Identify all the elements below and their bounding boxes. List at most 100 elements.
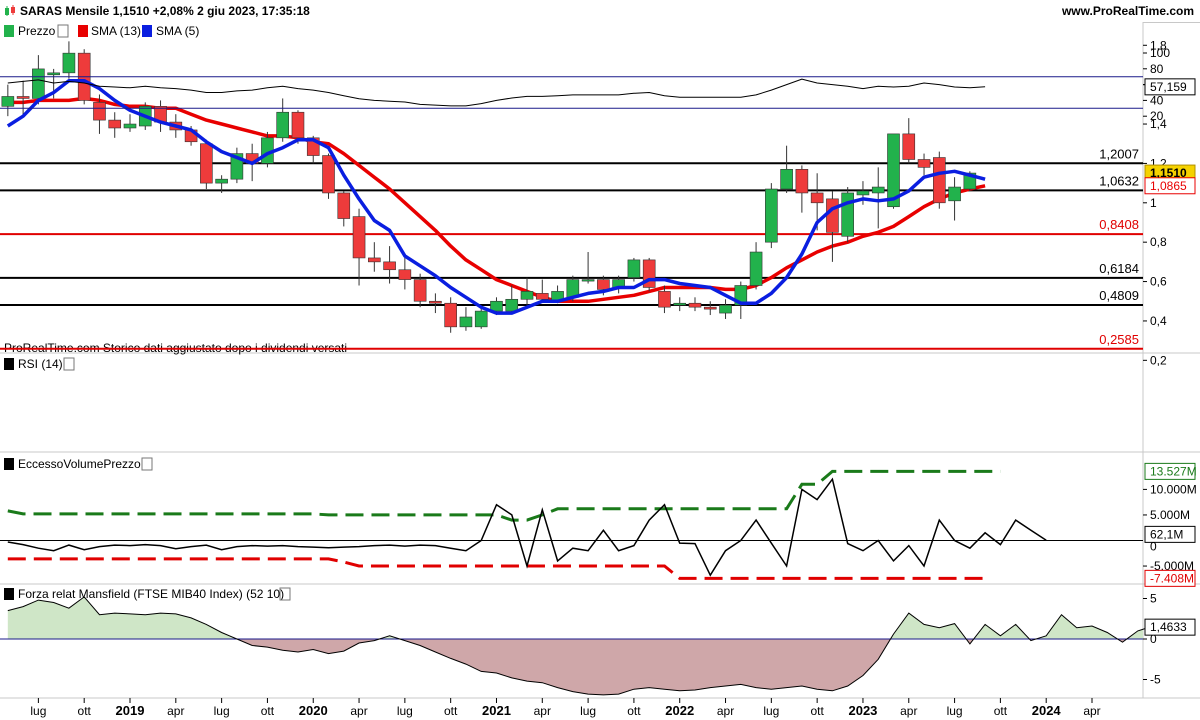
candle-body[interactable] — [902, 133, 916, 160]
candlestick-icon — [5, 5, 15, 16]
x-month-label: lug — [947, 704, 963, 718]
wrench-icon[interactable] — [141, 457, 153, 471]
x-month-label: ott — [994, 704, 1008, 718]
candle-body[interactable] — [597, 279, 610, 290]
candle-body[interactable] — [368, 257, 381, 263]
candle-body[interactable] — [1, 96, 15, 107]
chart-header: SARAS Mensile 1,1510 +2,08% 2 giu 2023, … — [0, 0, 1200, 23]
rsi-tick-label: 40 — [1150, 93, 1164, 107]
candle-body[interactable] — [795, 169, 809, 194]
candle-body[interactable] — [917, 159, 931, 168]
rsi-tick-label: 100 — [1150, 46, 1170, 60]
volume-tick-label: 10.000M — [1150, 482, 1197, 496]
x-month-label: lug — [214, 704, 230, 718]
candle-body[interactable] — [444, 302, 457, 328]
candle-body[interactable] — [703, 306, 717, 310]
x-year-label: 2020 — [299, 703, 328, 718]
candle-body[interactable] — [459, 316, 473, 328]
candle-body[interactable] — [352, 216, 366, 259]
candle-body[interactable] — [474, 310, 488, 328]
chart-canvas[interactable]: Prezzo SMA (13) SMA (5) ProRealTime.com … — [0, 22, 1200, 720]
wrench-icon[interactable] — [63, 357, 75, 371]
mansfield-legend-icon — [4, 588, 14, 600]
price-legend: Prezzo SMA (13) SMA (5) — [4, 24, 199, 38]
candle-body[interactable] — [688, 302, 702, 308]
x-year-label: 2024 — [1032, 703, 1062, 718]
volume-legend: EccessoVolumePrezzo — [4, 457, 153, 471]
level-label: 1,0632 — [1099, 173, 1139, 188]
sma5-legend-icon — [142, 25, 152, 37]
x-month-label: apr — [717, 704, 734, 718]
x-month-label: apr — [167, 704, 184, 718]
candle-body[interactable] — [322, 155, 335, 194]
level-label: 0,2585 — [1099, 332, 1139, 347]
candle-body[interactable] — [62, 52, 76, 74]
rsi-legend: RSI (14) — [4, 357, 75, 371]
x-month-label: ott — [810, 704, 824, 718]
volume-excess-path — [7, 477, 1047, 577]
legend-rsi: RSI (14) — [18, 357, 63, 371]
mansfield-legend: Forza relat Mansfield (FTSE MIB40 Index)… — [4, 587, 291, 601]
legend-sma13: SMA (13) — [91, 24, 141, 38]
x-month-label: apr — [1083, 704, 1100, 718]
candle-body[interactable] — [933, 157, 946, 204]
candle-body[interactable] — [413, 279, 427, 302]
candle-body[interactable] — [505, 298, 519, 312]
candle-body[interactable] — [200, 143, 213, 184]
candle-body[interactable] — [337, 192, 351, 219]
x-month-label: apr — [350, 704, 367, 718]
candle-body[interactable] — [398, 269, 412, 280]
rsi-tick-label: 80 — [1150, 62, 1164, 76]
candle-body[interactable] — [673, 302, 687, 306]
candle-body[interactable] — [276, 111, 290, 139]
volume-upper-band — [7, 469, 1001, 522]
level-label: 0,4809 — [1099, 288, 1139, 303]
mansfield-negative-area — [7, 639, 1143, 695]
candle-body[interactable] — [215, 178, 228, 184]
candle-body[interactable] — [719, 304, 732, 314]
price-tick-label: 0,6 — [1150, 275, 1167, 289]
candle-body[interactable] — [765, 188, 778, 243]
volume-upper-badge: 13.527M — [1150, 464, 1197, 478]
level-label: 0,8408 — [1099, 217, 1139, 232]
volume-lower-badge: -7.408M — [1150, 571, 1194, 585]
mansfield-tick-label: 5 — [1150, 592, 1157, 606]
candle-body[interactable] — [627, 259, 641, 278]
candle-body[interactable] — [93, 102, 106, 121]
candle-body[interactable] — [32, 68, 45, 99]
candle-body[interactable] — [108, 119, 122, 129]
x-month-label: lug — [397, 704, 413, 718]
candle-body[interactable] — [16, 96, 30, 99]
candle-body[interactable] — [841, 192, 854, 237]
candle-body[interactable] — [658, 291, 671, 308]
prezzo-legend-icon — [4, 25, 14, 37]
candle-body[interactable] — [826, 198, 839, 233]
candle-body[interactable] — [581, 279, 595, 282]
price-tick-label: 1 — [1150, 196, 1157, 210]
candle-body[interactable] — [123, 123, 137, 129]
candle-body[interactable] — [948, 186, 961, 202]
x-month-label: lug — [580, 704, 596, 718]
candle-body[interactable] — [429, 300, 442, 304]
candle-body[interactable] — [383, 261, 396, 271]
volume-plot: 10.000M5.000M-5.000M — [0, 469, 1197, 580]
volume-lower-band — [7, 557, 986, 580]
candle-body[interactable] — [810, 192, 824, 204]
site-url[interactable]: www.ProRealTime.com — [1062, 4, 1194, 18]
candle-body[interactable] — [749, 251, 763, 286]
x-year-label: 2021 — [482, 703, 511, 718]
legend-sma5: SMA (5) — [156, 24, 199, 38]
candle-body[interactable] — [856, 190, 870, 196]
x-axis[interactable]: lug ott 2019 apr lug ott 2020 apr lug ott 2021 apr l… — [30, 698, 1101, 718]
candle-body[interactable] — [47, 72, 60, 76]
volume-legend-icon — [4, 458, 14, 470]
candle-body[interactable] — [291, 111, 305, 139]
legend-mansfield: Forza relat Mansfield (FTSE MIB40 Index)… — [18, 587, 284, 601]
x-year-label: 2023 — [848, 703, 877, 718]
candle-body[interactable] — [520, 291, 534, 300]
candle-body[interactable] — [535, 293, 549, 300]
candle-body[interactable] — [780, 169, 793, 190]
rsi-tick-label: 20 — [1150, 109, 1164, 123]
candle-body[interactable] — [871, 186, 885, 194]
volume-tick-label: 5.000M — [1150, 508, 1190, 522]
